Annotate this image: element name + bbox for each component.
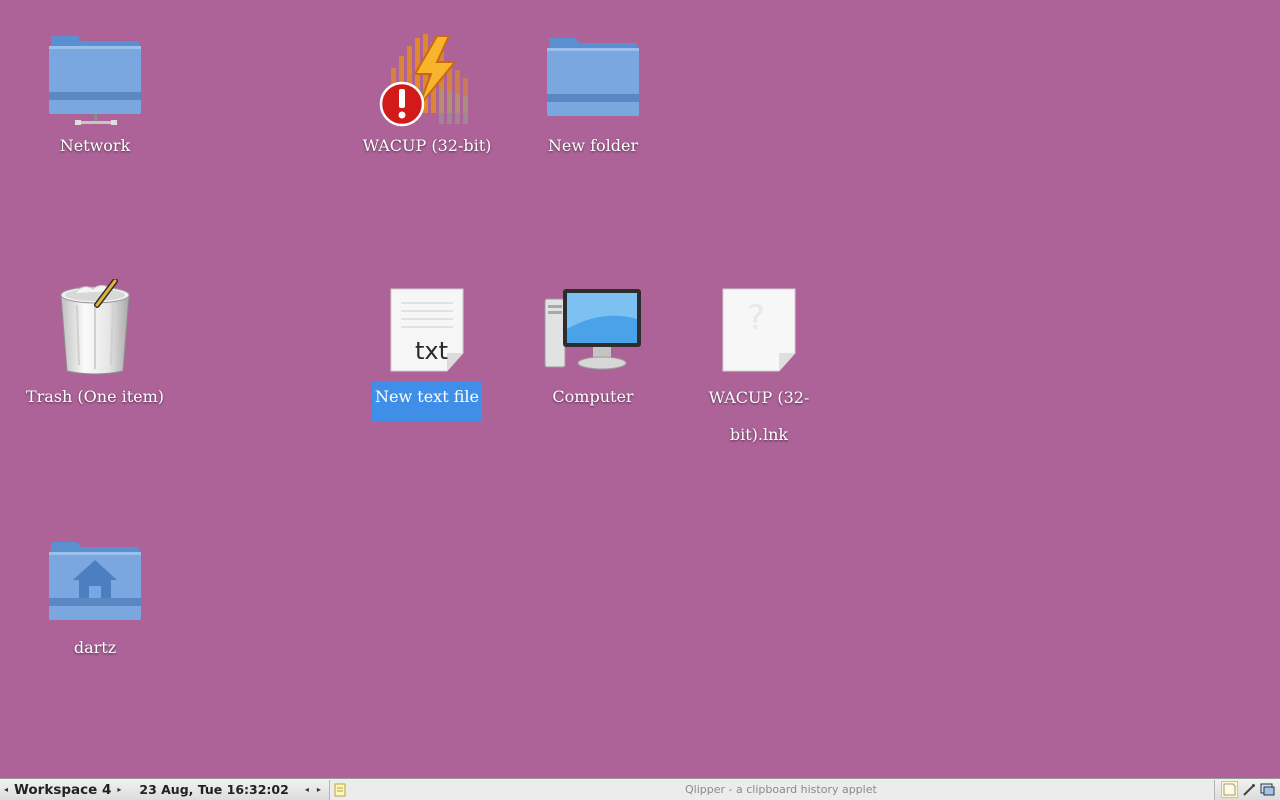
pen-icon[interactable] (1240, 781, 1257, 798)
home-folder-icon (45, 530, 145, 630)
desktop-icon-computer[interactable]: Computer (518, 279, 668, 407)
text-file-icon: txt (377, 279, 477, 379)
folder-icon (543, 28, 643, 128)
icon-label: New text file (372, 382, 482, 422)
svg-text:txt: txt (415, 337, 448, 365)
wacup-app-icon (377, 28, 477, 128)
svg-text:?: ? (747, 298, 765, 338)
clipboard-icon[interactable] (332, 782, 348, 798)
icon-label: Network (59, 136, 131, 155)
workspace-switcher[interactable]: Workspace 4 (12, 782, 113, 798)
clock[interactable]: 23 Aug, Tue 16:32:02 (125, 782, 300, 797)
icon-label: WACUP (32-bit) (362, 136, 492, 155)
prev-workspace-button[interactable]: ◂ (0, 780, 12, 800)
taskbar: ◂ Workspace 4 ▸ 23 Aug, Tue 16:32:02 ◂ ▸… (0, 778, 1280, 800)
next-workspace-button[interactable]: ▸ (113, 780, 125, 800)
icon-label: New folder (547, 136, 639, 155)
prev-task-button[interactable]: ◂ (301, 780, 313, 800)
desktop-icon[interactable] (1259, 781, 1276, 798)
icon-label: WACUP (32-bit).lnk (708, 388, 810, 444)
desktop-icon-new-text-file[interactable]: txt New text file (352, 279, 502, 422)
clipboard-applet[interactable]: Qlipper - a clipboard history applet (328, 779, 1215, 800)
icon-label: Trash (One item) (25, 387, 165, 406)
computer-icon (543, 279, 643, 379)
desktop-icon-new-folder[interactable]: New folder (518, 28, 668, 156)
desktop-icon-wacup-lnk[interactable]: ? WACUP (32-bit).lnk (684, 279, 834, 453)
notes-icon[interactable] (1221, 781, 1238, 798)
trash-full-icon (45, 279, 145, 379)
desktop-icon-network[interactable]: Network (20, 28, 170, 156)
clipboard-tooltip: Qlipper - a clipboard history applet (685, 783, 877, 796)
icon-label: Computer (552, 387, 634, 406)
system-tray (1219, 780, 1280, 800)
next-task-button[interactable]: ▸ (313, 780, 325, 800)
desktop-icon-trash[interactable]: Trash (One item) (20, 279, 170, 407)
unknown-file-icon: ? (709, 279, 809, 379)
desktop-area[interactable]: Network WACUP (32-bit) New folder Trash … (0, 0, 1280, 778)
icon-label: dartz (73, 638, 117, 657)
network-folder-icon (45, 28, 145, 128)
desktop-icon-wacup[interactable]: WACUP (32-bit) (352, 28, 502, 156)
desktop-icon-dartz[interactable]: dartz (20, 530, 170, 658)
